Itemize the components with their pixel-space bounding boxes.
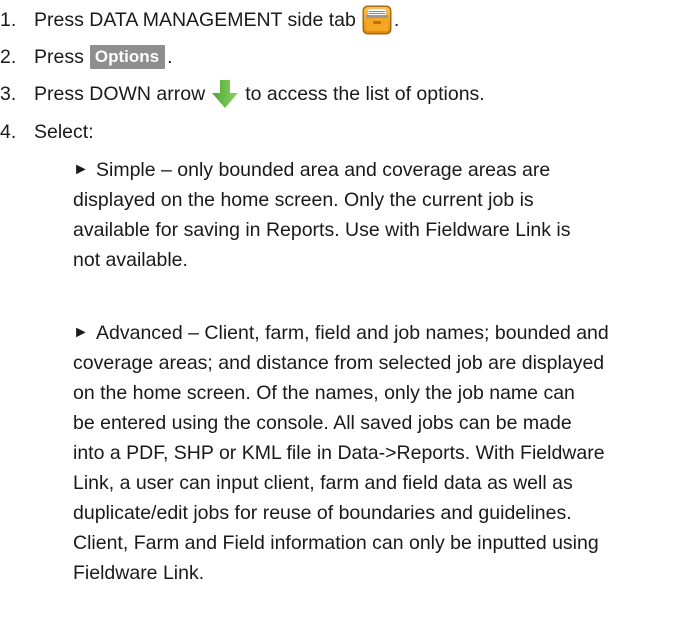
step-text-end: . (393, 9, 400, 31)
option-line: coverage areas; and distance from select… (73, 352, 605, 374)
instruction-document: 1. Press DATA MANAGEMENT side tab . 2. P… (0, 0, 673, 637)
step-number: 3. (0, 83, 17, 105)
option-line: be entered using the console. All saved … (73, 412, 572, 434)
step-text: Press DOWN arrow (34, 83, 206, 105)
option-line: duplicate/edit jobs for reuse of boundar… (73, 502, 572, 524)
step-number: 2. (0, 46, 17, 68)
step-number: 4. (0, 121, 17, 143)
step-number: 1. (0, 9, 17, 31)
step-text: Press DATA MANAGEMENT side tab (34, 9, 356, 31)
step-text-end: . (167, 46, 173, 68)
step-2: 2. Press Options . (0, 42, 173, 72)
options-button[interactable]: Options (89, 45, 166, 69)
step-text: Press (34, 46, 84, 68)
option-simple: ► Simple – only bounded area and coverag… (73, 155, 668, 275)
data-management-folder-icon (362, 5, 392, 35)
option-line: available for saving in Reports. Use wit… (73, 219, 571, 241)
option-line: Simple – only bounded area and coverage … (96, 159, 551, 181)
step-text-end: to access the list of options. (245, 83, 485, 105)
step-3: 3. Press DOWN arrow to access the list o… (0, 79, 485, 109)
option-line: Client, Farm and Field information can o… (73, 532, 599, 554)
bullet-marker: ► (73, 161, 89, 178)
step-text: Select: (34, 121, 94, 143)
step-4: 4. Select: (0, 117, 94, 147)
option-line: into a PDF, SHP or KML file in Data->Rep… (73, 442, 605, 464)
bullet-marker: ► (73, 324, 89, 341)
option-line: Fieldware Link. (73, 562, 205, 584)
option-line: not available. (73, 249, 188, 271)
down-arrow-icon (211, 79, 239, 109)
option-line: displayed on the home screen. Only the c… (73, 189, 534, 211)
option-line: Advanced – Client, farm, field and job n… (96, 322, 609, 344)
option-advanced: ► Advanced – Client, farm, field and job… (73, 318, 668, 588)
option-line: on the home screen. Of the names, only t… (73, 382, 575, 404)
step-1: 1. Press DATA MANAGEMENT side tab . (0, 5, 399, 35)
option-line: Link, a user can input client, farm and … (73, 472, 573, 494)
